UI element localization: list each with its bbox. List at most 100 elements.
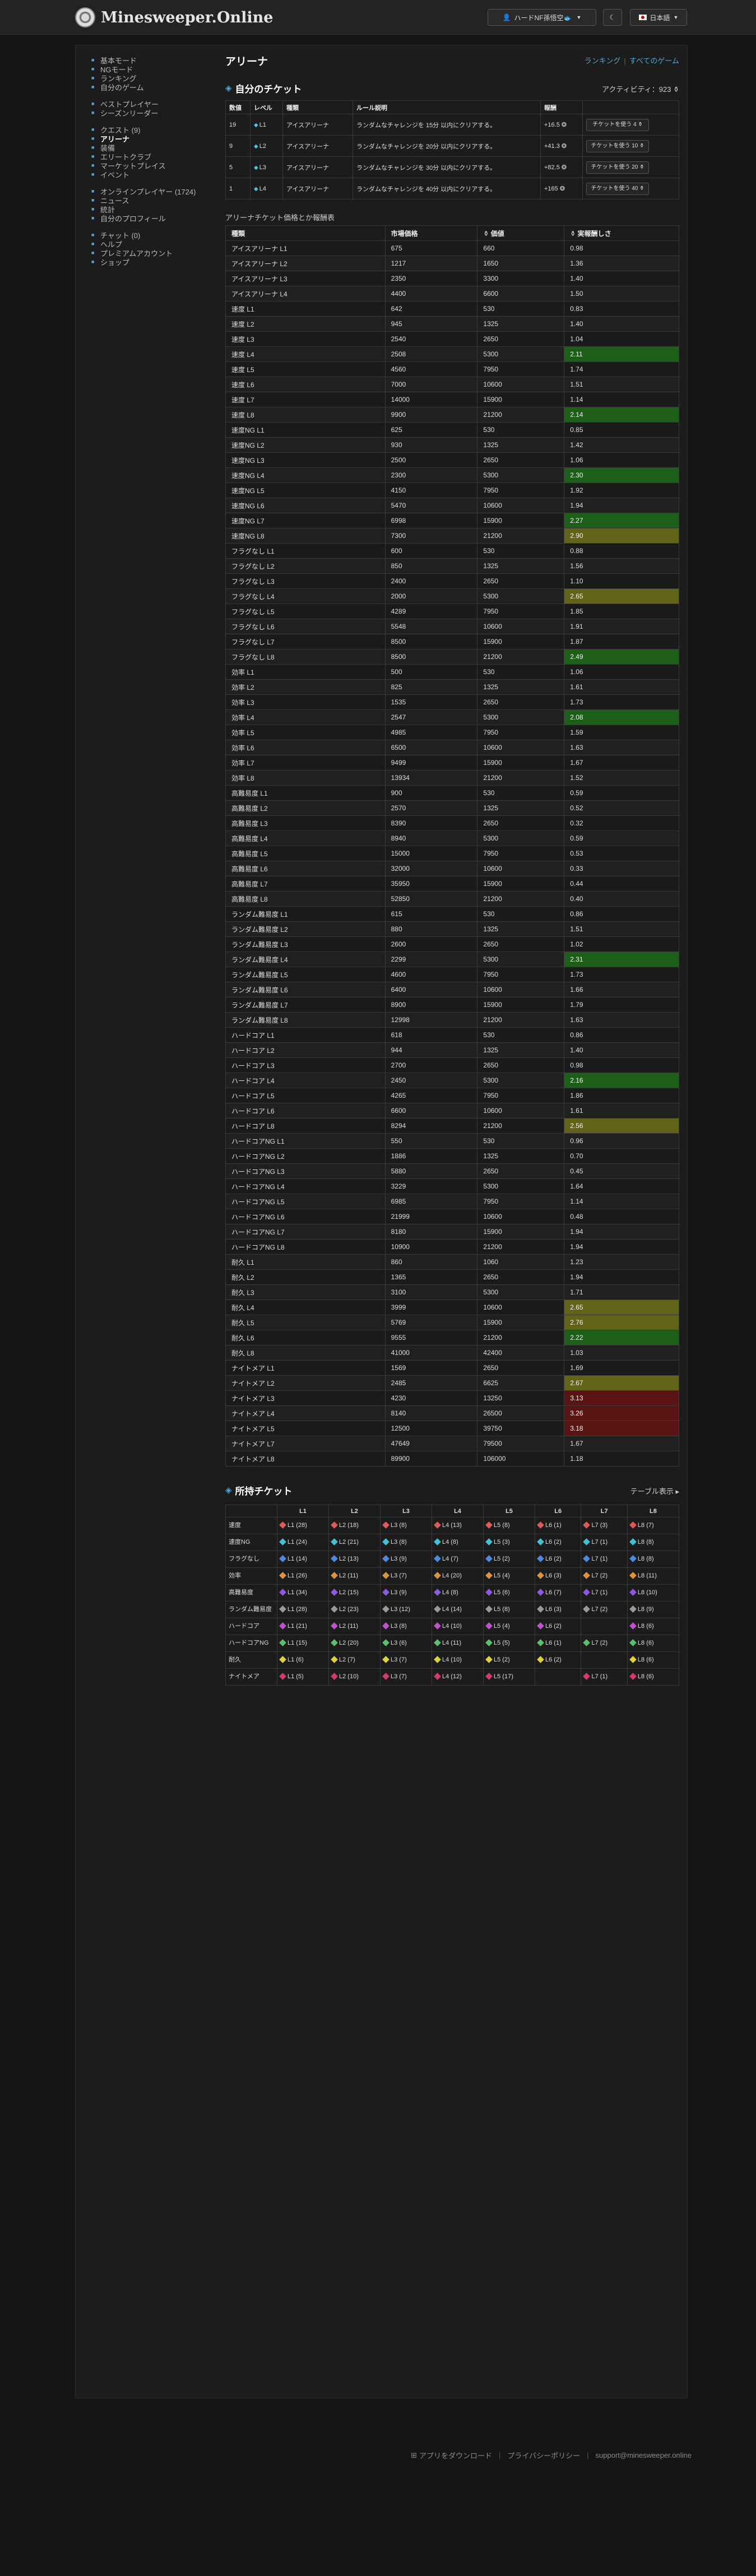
ticket-cell[interactable]: L1 (34) bbox=[277, 1584, 329, 1602]
ticket-count[interactable]: L1 (5) bbox=[279, 1673, 304, 1681]
sidebar-item[interactable]: ■ ショップ bbox=[91, 257, 220, 267]
ticket-count[interactable]: L3 (6) bbox=[382, 1639, 407, 1647]
ticket-count[interactable]: L3 (9) bbox=[382, 1555, 407, 1563]
ticket-count[interactable]: L8 (6) bbox=[629, 1673, 654, 1681]
ticket-cell[interactable]: L7 (1) bbox=[581, 1584, 628, 1602]
ticket-count[interactable]: L1 (21) bbox=[279, 1622, 307, 1630]
ticket-cell[interactable]: L3 (9) bbox=[380, 1551, 432, 1568]
ticket-count[interactable]: L2 (11) bbox=[331, 1622, 358, 1630]
language-button[interactable]: 日本語 ▼ bbox=[630, 9, 687, 26]
ticket-count[interactable]: L3 (8) bbox=[382, 1538, 407, 1546]
ticket-count[interactable]: L7 (1) bbox=[583, 1555, 607, 1563]
ticket-cell[interactable]: L4 (12) bbox=[432, 1668, 484, 1686]
use-ticket-button[interactable]: チケットを使う 10 ⚱ bbox=[586, 140, 649, 152]
ticket-cell[interactable]: L2 (10) bbox=[328, 1668, 381, 1686]
use-ticket-button[interactable]: チケットを使う 20 ⚱ bbox=[586, 161, 649, 174]
ticket-count[interactable]: L7 (3) bbox=[583, 1521, 607, 1529]
ticket-cell[interactable]: L6 (2) bbox=[534, 1651, 582, 1669]
ticket-count[interactable]: L7 (2) bbox=[583, 1639, 607, 1647]
ticket-cell[interactable]: L8 (8) bbox=[627, 1551, 680, 1568]
site-logo[interactable]: Minesweeper.Online bbox=[75, 7, 273, 28]
ticket-count[interactable]: L4 (7) bbox=[434, 1555, 458, 1563]
ticket-count[interactable]: L1 (28) bbox=[279, 1605, 307, 1613]
ticket-cell[interactable]: L2 (23) bbox=[328, 1601, 381, 1618]
ticket-count[interactable]: L3 (7) bbox=[382, 1656, 407, 1664]
ticket-cell[interactable]: L8 (6) bbox=[627, 1618, 680, 1635]
ticket-cell[interactable]: L4 (11) bbox=[432, 1635, 484, 1652]
ticket-cell[interactable]: L4 (13) bbox=[432, 1517, 484, 1534]
ticket-count[interactable]: L5 (4) bbox=[485, 1572, 510, 1580]
ticket-count[interactable]: L8 (9) bbox=[629, 1605, 654, 1613]
ticket-cell[interactable]: L3 (7) bbox=[380, 1567, 432, 1585]
ticket-count[interactable]: L4 (10) bbox=[434, 1622, 462, 1630]
ticket-count[interactable]: L5 (5) bbox=[485, 1639, 510, 1647]
privacy-link[interactable]: プライバシーポリシー bbox=[507, 2450, 580, 2461]
ticket-count[interactable]: L4 (12) bbox=[434, 1673, 462, 1681]
ticket-cell[interactable]: L1 (6) bbox=[277, 1651, 329, 1669]
ticket-count[interactable]: L3 (8) bbox=[382, 1622, 407, 1630]
ticket-cell[interactable]: L6 (7) bbox=[534, 1584, 582, 1602]
theme-toggle-button[interactable]: ☾ bbox=[603, 9, 622, 26]
ticket-count[interactable]: L4 (13) bbox=[434, 1521, 462, 1529]
ticket-cell[interactable]: L8 (6) bbox=[627, 1651, 680, 1669]
ticket-count[interactable]: L5 (2) bbox=[485, 1555, 510, 1563]
ticket-count[interactable]: L7 (1) bbox=[583, 1538, 607, 1546]
ticket-count[interactable]: L4 (20) bbox=[434, 1572, 462, 1580]
ticket-count[interactable]: L1 (24) bbox=[279, 1538, 307, 1546]
ticket-count[interactable]: L6 (2) bbox=[537, 1656, 562, 1664]
ticket-count[interactable]: L5 (8) bbox=[485, 1521, 510, 1529]
ticket-count[interactable]: L4 (11) bbox=[434, 1639, 461, 1647]
ticket-cell[interactable]: L8 (7) bbox=[627, 1517, 680, 1534]
ticket-cell[interactable]: L4 (20) bbox=[432, 1567, 484, 1585]
ticket-cell[interactable]: L1 (24) bbox=[277, 1534, 329, 1551]
ticket-cell[interactable]: L1 (26) bbox=[277, 1567, 329, 1585]
ticket-cell[interactable]: L2 (21) bbox=[328, 1534, 381, 1551]
ticket-count[interactable]: L1 (15) bbox=[279, 1639, 307, 1647]
sidebar-item[interactable]: ■ シーズンリーダー bbox=[91, 108, 220, 118]
ticket-cell[interactable]: L7 (1) bbox=[581, 1551, 628, 1568]
ticket-count[interactable]: L2 (18) bbox=[331, 1521, 359, 1529]
ticket-cell[interactable]: L5 (5) bbox=[483, 1635, 535, 1652]
table-view-toggle[interactable]: テーブル表示 ▸ bbox=[630, 1486, 679, 1496]
ticket-cell[interactable]: L5 (4) bbox=[483, 1618, 535, 1635]
ticket-cell[interactable]: L5 (2) bbox=[483, 1651, 535, 1669]
ticket-cell[interactable]: L4 (7) bbox=[432, 1551, 484, 1568]
ticket-cell[interactable]: L1 (28) bbox=[277, 1517, 329, 1534]
ticket-count[interactable]: L1 (14) bbox=[279, 1555, 307, 1563]
ticket-cell[interactable]: L2 (11) bbox=[328, 1567, 381, 1585]
ticket-cell[interactable]: L6 (1) bbox=[534, 1517, 582, 1534]
ticket-cell[interactable]: L4 (14) bbox=[432, 1601, 484, 1618]
ticket-count[interactable]: L6 (7) bbox=[537, 1589, 562, 1596]
download-app-link[interactable]: アプリをダウンロード bbox=[419, 2450, 492, 2461]
ticket-cell[interactable]: L8 (10) bbox=[627, 1584, 680, 1602]
ticket-cell[interactable]: L4 (8) bbox=[432, 1534, 484, 1551]
ticket-count[interactable]: L7 (2) bbox=[583, 1605, 607, 1613]
ticket-count[interactable]: L3 (7) bbox=[382, 1673, 407, 1681]
ticket-count[interactable]: L6 (2) bbox=[537, 1555, 562, 1563]
ticket-cell[interactable]: L2 (18) bbox=[328, 1517, 381, 1534]
ticket-count[interactable]: L5 (4) bbox=[485, 1622, 510, 1630]
ticket-count[interactable]: L8 (8) bbox=[629, 1555, 654, 1563]
ticket-count[interactable]: L6 (1) bbox=[537, 1521, 562, 1529]
ticket-count[interactable]: L2 (21) bbox=[331, 1538, 359, 1546]
ticket-cell[interactable]: L3 (7) bbox=[380, 1651, 432, 1669]
ticket-cell[interactable]: L6 (2) bbox=[534, 1618, 582, 1635]
all-games-link[interactable]: すべてのゲーム bbox=[629, 57, 679, 65]
sidebar-item[interactable]: ■ 自分のプロフィール bbox=[91, 213, 220, 223]
ticket-count[interactable]: L6 (2) bbox=[537, 1538, 562, 1546]
sidebar-item[interactable]: ■ 自分のゲーム bbox=[91, 82, 220, 92]
ticket-count[interactable]: L2 (11) bbox=[331, 1572, 358, 1580]
ticket-cell[interactable]: L5 (6) bbox=[483, 1584, 535, 1602]
ticket-cell[interactable]: L7 (2) bbox=[581, 1635, 628, 1652]
ticket-count[interactable]: L2 (23) bbox=[331, 1605, 359, 1613]
ticket-cell[interactable]: L5 (8) bbox=[483, 1601, 535, 1618]
ticket-cell[interactable]: L2 (20) bbox=[328, 1635, 381, 1652]
ticket-count[interactable]: L2 (7) bbox=[331, 1656, 355, 1664]
ticket-cell[interactable]: L1 (14) bbox=[277, 1551, 329, 1568]
ticket-count[interactable]: L1 (34) bbox=[279, 1589, 307, 1596]
ticket-count[interactable]: L3 (7) bbox=[382, 1572, 407, 1580]
ticket-cell[interactable]: L8 (6) bbox=[627, 1635, 680, 1652]
ticket-cell[interactable]: L8 (11) bbox=[627, 1567, 680, 1585]
ticket-count[interactable]: L3 (9) bbox=[382, 1589, 407, 1596]
ticket-count[interactable]: L1 (26) bbox=[279, 1572, 307, 1580]
